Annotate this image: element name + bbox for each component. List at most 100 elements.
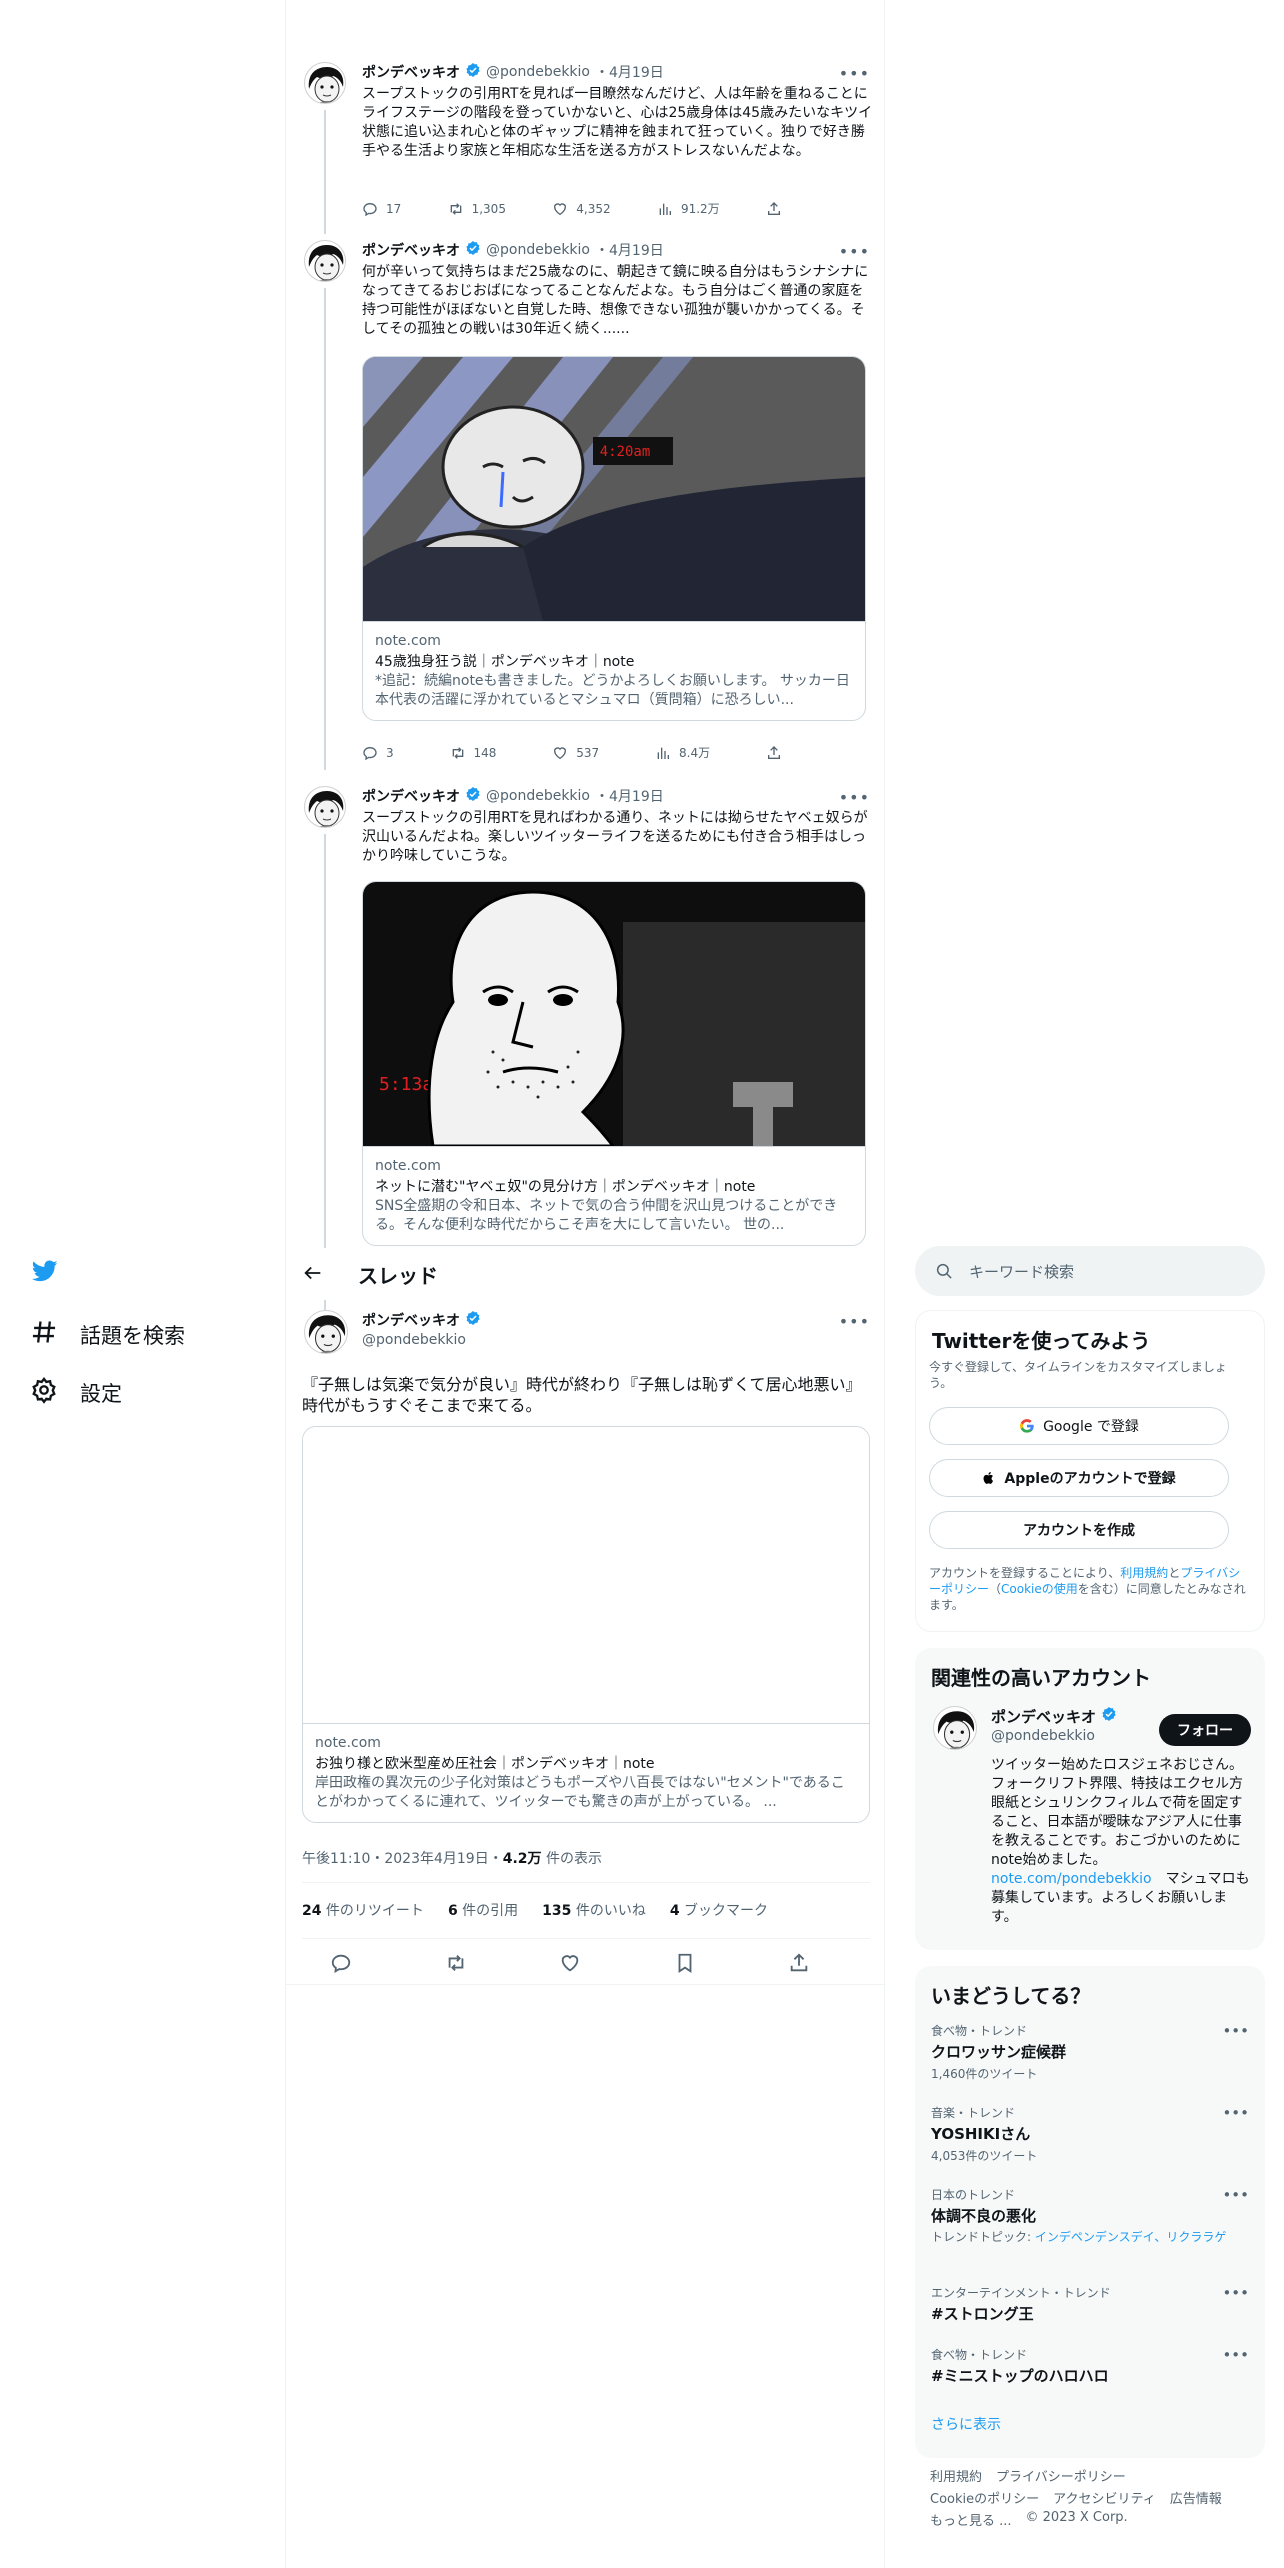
- reply-count: 17: [386, 201, 402, 216]
- tweet-date[interactable]: ・4月19日: [595, 62, 664, 82]
- footer-copyright: © 2023 X Corp.: [1025, 2510, 1128, 2525]
- twitter-logo-icon[interactable]: [30, 1258, 60, 1284]
- author-handle[interactable]: @pondebekkio: [486, 242, 590, 258]
- search-input[interactable]: キーワード検索: [915, 1246, 1265, 1296]
- share-button[interactable]: [766, 200, 782, 217]
- trends-title: いまどうしてる？: [931, 1984, 1091, 2008]
- card-domain: note.com: [315, 1735, 381, 1751]
- trend-category: エンターテインメント・トレンド: [931, 2286, 1111, 2300]
- trend-item[interactable]: 音楽・トレンド YOSHIKIさん 4,053件のツイート •••: [931, 2104, 1249, 2164]
- reply-button[interactable]: 17: [362, 200, 401, 217]
- link-card[interactable]: note.com お独り様と欧米型産め圧社会｜ポンデベッキオ｜note 岸田政権…: [302, 1426, 870, 1823]
- nav-explore[interactable]: 話題を検索: [30, 1318, 185, 1351]
- like-button[interactable]: 537: [552, 744, 599, 761]
- more-options-icon[interactable]: •••: [1222, 2104, 1249, 2122]
- trend-item[interactable]: 食べ物・トレンド #ミニストップのハロハロ •••: [931, 2346, 1249, 2386]
- author-handle[interactable]: @pondebekkio: [486, 64, 590, 80]
- link-card[interactable]: 4:20am note.com 45歳独身狂う説｜ポンデベッキオ｜note *追…: [362, 356, 866, 721]
- author-handle[interactable]: @pondebekkio: [486, 788, 590, 804]
- avatar[interactable]: [304, 240, 346, 282]
- retweets-stat[interactable]: 24 件のリツイート: [302, 1900, 424, 1920]
- more-options-icon[interactable]: •••: [1222, 2284, 1249, 2302]
- retweet-icon: [452, 746, 463, 759]
- views-button[interactable]: 8.4万: [655, 744, 710, 761]
- avatar[interactable]: [304, 786, 346, 828]
- signup-subtitle: 今すぐ登録して、タイムラインをカスタマイズしましょう。: [929, 1360, 1227, 1390]
- related-account-name[interactable]: ポンデベッキオ: [991, 1706, 1096, 1727]
- more-options-icon[interactable]: •••: [839, 242, 870, 261]
- trend-item[interactable]: エンターテインメント・トレンド #ストロング王 •••: [931, 2284, 1249, 2324]
- trend-item[interactable]: 日本のトレンド 体調不良の悪化 トレンドトピック: インデペンデンスデイ、リクラ…: [931, 2186, 1249, 2245]
- thread-connector: [324, 1300, 326, 1310]
- tweet[interactable]: ポンデベッキオ @pondebekkio ・4月19日 何が辛いって気持ちはまだ…: [286, 240, 884, 770]
- back-arrow-icon[interactable]: [302, 1262, 324, 1284]
- avatar[interactable]: [304, 1310, 348, 1354]
- reply-icon[interactable]: [330, 1952, 352, 1974]
- share-button[interactable]: [766, 744, 782, 761]
- nav-explore-label: 話題を検索: [80, 1323, 185, 1348]
- tweet[interactable]: ポンデベッキオ @pondebekkio ・4月19日 スープストックの引用RT…: [286, 786, 884, 1248]
- apple-signup-label: Appleのアカウントで登録: [1004, 1471, 1176, 1487]
- tweet-timestamp[interactable]: 午後11:10・2023年4月19日・4.2万 件の表示: [302, 1848, 602, 1868]
- retweet-count: 148: [473, 745, 497, 760]
- card-description: SNS全盛期の令和日本、ネットで気の合う仲間を沢山見つけることができる。そんな便…: [375, 1198, 838, 1233]
- reply-button[interactable]: 3: [362, 744, 394, 761]
- retweet-button[interactable]: 1,305: [448, 200, 506, 217]
- footer-ads-link[interactable]: 広告情報: [1170, 2488, 1222, 2507]
- share-icon[interactable]: [788, 1952, 810, 1974]
- nav-settings[interactable]: 設定: [30, 1376, 122, 1409]
- tweet-date[interactable]: ・4月19日: [595, 240, 664, 260]
- footer-more-link[interactable]: もっと見る ...: [930, 2510, 1012, 2529]
- card-image-sleeping-man: 4:20am: [363, 357, 865, 621]
- avatar[interactable]: [933, 1706, 977, 1750]
- views-button[interactable]: 91.2万: [657, 200, 720, 217]
- footer-terms-link[interactable]: 利用規約: [930, 2466, 982, 2485]
- bookmarks-stat[interactable]: 4 ブックマーク: [670, 1900, 768, 1920]
- signup-legal-text: アカウントを登録することにより、利用規約とプライバシーポリシー（Cookieの使…: [929, 1566, 1246, 1612]
- trend-item[interactable]: 食べ物・トレンド クロワッサン症候群 1,460件のツイート •••: [931, 2022, 1249, 2082]
- author-handle[interactable]: @pondebekkio: [362, 1332, 481, 1348]
- card-image-tired-man: 5:13am: [363, 882, 865, 1148]
- trend-topics: トレンドトピック: インデペンデンスデイ、リクララゲ: [931, 2230, 1227, 2244]
- signup-panel: Twitterを使ってみよう 今すぐ登録して、タイムラインをカスタマイズしましょ…: [915, 1310, 1265, 1632]
- footer-cookie-link[interactable]: Cookieのポリシー: [930, 2488, 1039, 2507]
- footer-accessibility-link[interactable]: アクセシビリティ: [1053, 2488, 1156, 2507]
- more-options-icon[interactable]: •••: [1222, 2022, 1249, 2040]
- more-options-icon[interactable]: •••: [839, 1312, 870, 1331]
- search-placeholder: キーワード検索: [969, 1262, 1075, 1281]
- verified-badge-icon: [1101, 1706, 1117, 1726]
- avatar[interactable]: [304, 62, 346, 104]
- terms-link[interactable]: 利用規約: [1120, 1566, 1168, 1580]
- more-options-icon[interactable]: •••: [1222, 2346, 1249, 2364]
- likes-stat[interactable]: 135 件のいいね: [542, 1900, 646, 1920]
- tweet[interactable]: ポンデベッキオ @pondebekkio ・4月19日 スープストックの引用RT…: [286, 62, 884, 234]
- footer-privacy-link[interactable]: プライバシーポリシー: [996, 2466, 1126, 2485]
- create-account-button[interactable]: アカウントを作成: [929, 1511, 1229, 1549]
- show-more-link[interactable]: さらに表示: [931, 2414, 1001, 2434]
- author-name[interactable]: ポンデベッキオ: [362, 62, 460, 82]
- trend-topics-link[interactable]: インデペンデンスデイ、リクララゲ: [1035, 2230, 1227, 2244]
- apple-signup-button[interactable]: Appleのアカウントで登録: [929, 1459, 1229, 1497]
- related-account-handle[interactable]: @pondebekkio: [991, 1728, 1117, 1744]
- bio-link[interactable]: note.com/pondebekkio: [991, 1871, 1152, 1887]
- more-options-icon[interactable]: •••: [839, 64, 870, 83]
- more-options-icon[interactable]: •••: [839, 788, 870, 807]
- author-name[interactable]: ポンデベッキオ: [362, 1310, 460, 1330]
- trend-count: 1,460件のツイート: [931, 2067, 1038, 2081]
- like-button[interactable]: 4,352: [552, 200, 611, 217]
- bookmark-icon[interactable]: [674, 1952, 696, 1974]
- heart-icon[interactable]: [559, 1952, 581, 1974]
- more-options-icon[interactable]: •••: [1222, 2186, 1249, 2204]
- tweet-date[interactable]: ・4月19日: [595, 786, 664, 806]
- author-name[interactable]: ポンデベッキオ: [362, 786, 460, 806]
- link-card[interactable]: 5:13am note.com ネットに潜む"ヤベェ奴"の見分け方｜ポンデベッキ…: [362, 881, 866, 1246]
- card-description: *追記：続編noteも書きました。どうかよろしくお願いします。 サッカー日本代表…: [375, 673, 850, 708]
- cookie-link[interactable]: Cookieの使用: [1001, 1582, 1078, 1596]
- google-logo-icon: [1020, 1419, 1034, 1433]
- quotes-stat[interactable]: 6 件の引用: [448, 1900, 518, 1920]
- follow-button[interactable]: フォロー: [1159, 1714, 1251, 1746]
- retweet-icon[interactable]: [445, 1952, 467, 1974]
- retweet-button[interactable]: 148: [450, 744, 497, 761]
- author-name[interactable]: ポンデベッキオ: [362, 240, 460, 260]
- google-signup-button[interactable]: Google で登録: [929, 1407, 1229, 1445]
